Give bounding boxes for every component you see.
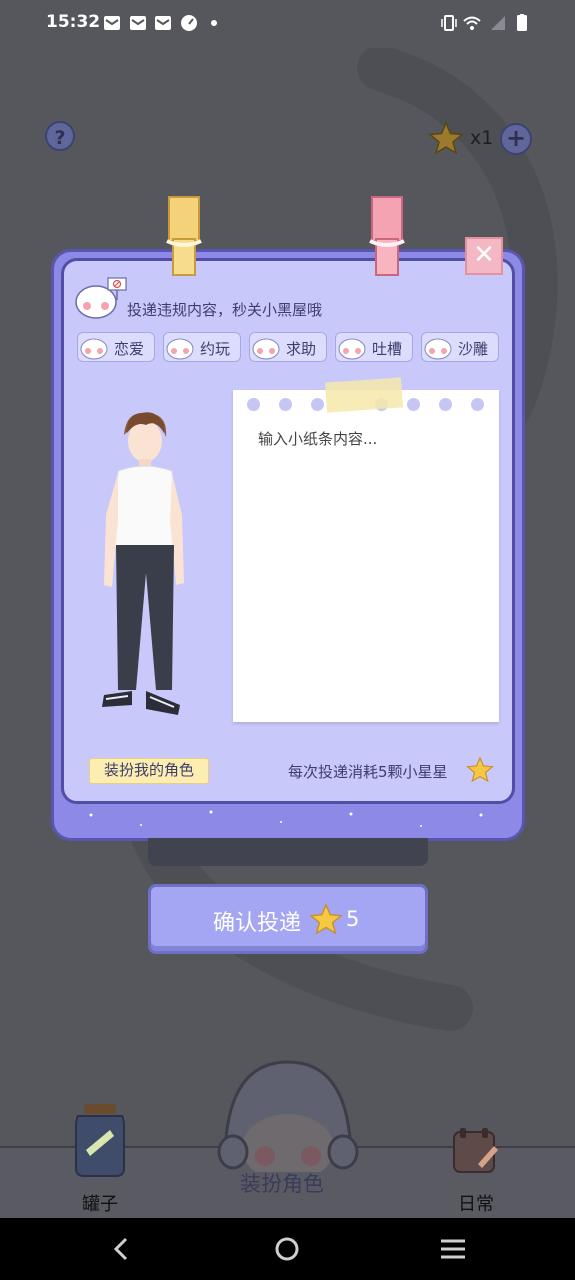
gmail-notification-icon [155,16,171,30]
clothespin-yellow-icon [166,196,202,276]
warning-text: 投递违规内容，秒关小黑屋哦 [127,301,323,319]
background-panel-edge [148,838,428,866]
home-icon[interactable] [274,1236,300,1262]
tag-label: 约玩 [200,340,231,358]
paper-hole [247,398,260,411]
tag-label: 吐槽 [372,340,403,358]
paper-hole [311,398,324,411]
note-input[interactable] [258,428,478,698]
paper-hole [279,398,292,411]
jar-icon[interactable] [68,1100,132,1180]
cost-text: 每次投递消耗5颗小星星 [288,763,448,781]
status-time: 15:32 [46,12,101,32]
star-icon [428,121,464,155]
tag-rant[interactable]: 吐槽 [335,332,413,362]
mascot-face-icon [166,338,194,360]
signal-icon [491,16,505,30]
confirm-cost: 5 [346,907,360,931]
clothespin-pink-icon [369,196,405,276]
mascot-face-icon [424,338,452,360]
tag-love[interactable]: 恋爱 [77,332,155,362]
back-icon[interactable] [110,1237,134,1261]
mascot-face-icon [252,338,280,360]
help-button[interactable]: ? [45,121,75,151]
gmail-notification-icon [130,16,146,30]
mascot-nav-icon[interactable] [215,1052,361,1172]
calendar-icon[interactable] [448,1124,502,1176]
tag-silly[interactable]: 沙雕 [421,332,499,362]
nav-jar-label[interactable]: 罐子 [82,1190,118,1216]
sparkle-decoration [89,810,483,827]
nav-daily-label[interactable]: 日常 [458,1190,494,1216]
confirm-label: 确认投递 [213,911,302,936]
dot-icon [211,20,217,26]
mascot-face-icon [338,338,366,360]
star-count: x1 [470,127,494,149]
speedometer-icon [181,15,197,31]
dress-character-button[interactable]: 装扮我的角色 [89,758,209,784]
tag-label: 求助 [286,340,317,358]
paper-hole [407,398,420,411]
tag-play[interactable]: 约玩 [163,332,241,362]
tape-decoration [325,377,403,413]
vibrate-icon [441,15,457,31]
battery-icon [517,14,527,31]
nav-dress-label[interactable]: 装扮角色 [240,1168,324,1198]
paper-hole [439,398,452,411]
add-star-button[interactable]: + [500,123,532,155]
close-button[interactable]: ✕ [465,237,503,275]
system-nav-bar [0,1218,575,1280]
star-icon [309,903,343,935]
mascot-warning-icon [75,277,127,319]
tag-label: 沙雕 [458,340,489,358]
wifi-icon [463,16,481,30]
character-avatar [102,412,184,715]
tag-help[interactable]: 求助 [249,332,327,362]
paper-hole [471,398,484,411]
status-bar: 15:32 [0,0,575,48]
recents-icon[interactable] [439,1238,467,1260]
star-icon [466,756,494,783]
gmail-notification-icon [104,16,120,30]
tag-label: 恋爱 [114,340,145,358]
mascot-face-icon [80,338,108,360]
